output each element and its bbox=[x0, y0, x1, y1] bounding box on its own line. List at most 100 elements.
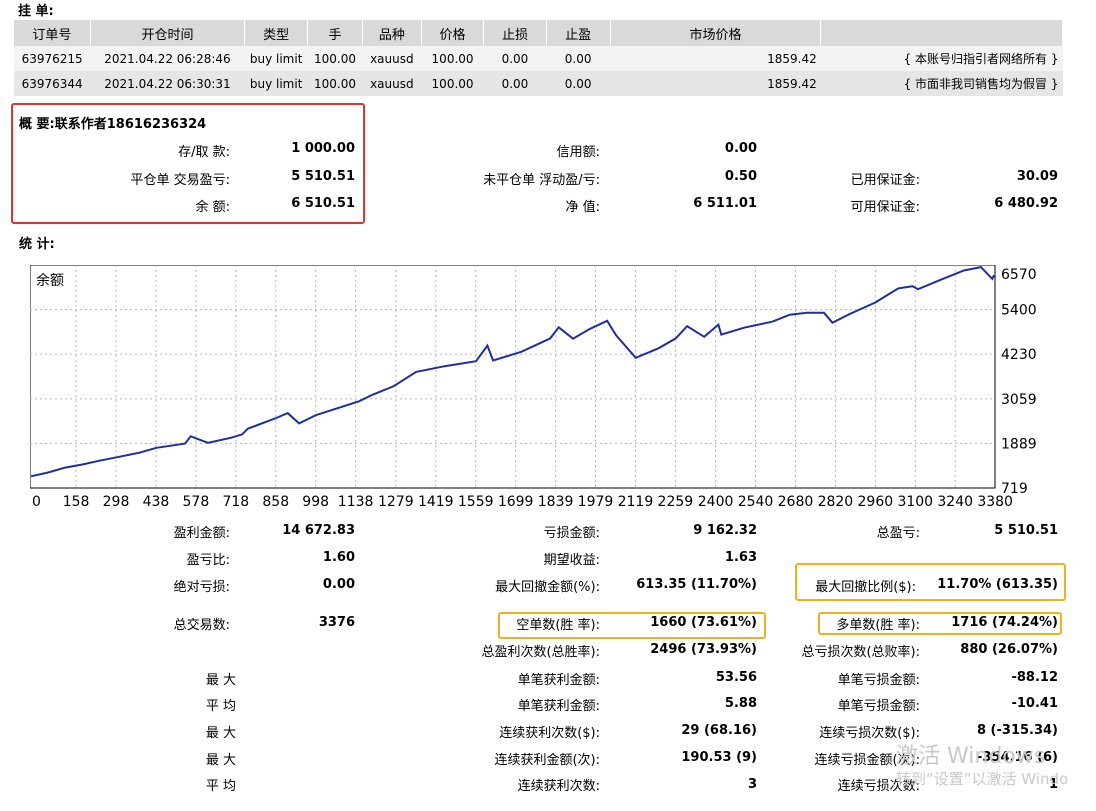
balance-label: 余 额: bbox=[195, 200, 230, 215]
loss-trades-label: 总亏损次数(总败率): bbox=[801, 645, 920, 660]
order-sl: 0.00 bbox=[483, 71, 547, 96]
x-tick-label: 2119 bbox=[618, 494, 654, 510]
col-price[interactable]: 价格 bbox=[421, 20, 485, 46]
closed-pl-label: 平仓单 交易盈亏: bbox=[130, 173, 230, 188]
x-tick-label: 1699 bbox=[498, 494, 534, 510]
x-tick-label: 2820 bbox=[818, 494, 854, 510]
order-row[interactable]: 63976215 2021.04.22 06:28:46 buy limit 1… bbox=[14, 46, 1063, 71]
cons-wins-value: 29 (68.16) bbox=[681, 723, 757, 738]
free-margin-label: 可用保证金: bbox=[850, 200, 920, 215]
activation-watermark-subtitle: 转到“设置”以激活 Windo bbox=[896, 770, 1069, 788]
largest-loss-label: 单笔亏损金额: bbox=[837, 673, 920, 688]
col-type[interactable]: 类型 bbox=[244, 20, 309, 46]
deposit-value: 1 000.00 bbox=[291, 141, 355, 156]
max-drawdown-label: 最大回撤金额(%): bbox=[495, 580, 600, 595]
x-tick-label: 998 bbox=[302, 494, 329, 510]
y-tick-label: 5400 bbox=[1001, 303, 1037, 319]
average-loss-value: -10.41 bbox=[1011, 696, 1058, 711]
y-tick-label: 3059 bbox=[1001, 392, 1037, 408]
col-market-price[interactable]: 市场价格 bbox=[610, 20, 822, 46]
short-trades-value: 1660 (73.61%) bbox=[650, 615, 757, 630]
col-comment[interactable] bbox=[820, 20, 1063, 46]
maximal-row-label: 最 大 bbox=[205, 753, 236, 768]
orders-title: 挂 单: bbox=[18, 4, 54, 19]
col-sl[interactable]: 止损 bbox=[483, 20, 547, 46]
x-tick-label: 1138 bbox=[338, 494, 374, 510]
order-comment: { 市面非我司销售均为假冒 } bbox=[820, 71, 1063, 96]
order-market-price: 1859.42 bbox=[610, 46, 821, 71]
profit-trades-label: 总盈利次数(总胜率): bbox=[481, 645, 600, 660]
x-tick-label: 0 bbox=[32, 494, 41, 510]
y-tick-label: 4230 bbox=[1001, 347, 1037, 363]
largest-profit-value: 53.56 bbox=[715, 670, 757, 685]
order-comment: { 本账号归指引者网络所有 } bbox=[820, 46, 1063, 71]
largest-profit-label: 单笔获利金额: bbox=[517, 673, 600, 688]
order-price: 100.00 bbox=[421, 46, 484, 71]
gross-profit-label: 盈利金额: bbox=[173, 526, 230, 541]
balance-value: 6 510.51 bbox=[291, 196, 355, 211]
balance-chart-svg: 65705400423030591889719 0 158 298 438 578 718… bbox=[29, 264, 1037, 510]
largest-row-label: 最 大 bbox=[205, 673, 236, 688]
cons-profit-value: 190.53 (9) bbox=[681, 750, 757, 765]
stats-title: 统 计: bbox=[19, 237, 55, 252]
x-tick-label: 858 bbox=[262, 494, 289, 510]
long-trades-label: 多单数(胜 率): bbox=[836, 618, 920, 633]
order-symbol: xauusd bbox=[362, 71, 422, 96]
order-market-price: 1859.42 bbox=[610, 71, 821, 96]
maximum-row-label: 最 大 bbox=[205, 726, 236, 741]
x-tick-label: 1839 bbox=[538, 494, 574, 510]
order-lots: 100.00 bbox=[307, 71, 363, 96]
profit-factor-value: 1.60 bbox=[322, 550, 355, 565]
order-tp: 0.00 bbox=[546, 46, 611, 71]
order-row[interactable]: 63976344 2021.04.22 06:30:31 buy limit 1… bbox=[14, 71, 1063, 96]
cons-wins-label: 连续获利次数($): bbox=[499, 726, 600, 741]
order-type: buy limit bbox=[244, 46, 308, 71]
order-sl: 0.00 bbox=[483, 46, 547, 71]
margin-label: 已用保证金: bbox=[850, 173, 920, 188]
x-tick-label: 1279 bbox=[378, 494, 414, 510]
summary-title: 概 要:联系作者18616236324 bbox=[19, 117, 207, 132]
x-tick-label: 3240 bbox=[937, 494, 973, 510]
col-open-time[interactable]: 开仓时间 bbox=[90, 20, 246, 46]
col-symbol[interactable]: 品种 bbox=[362, 20, 422, 46]
col-tp[interactable]: 止盈 bbox=[546, 20, 611, 46]
order-time: 2021.04.22 06:28:46 bbox=[90, 46, 245, 71]
gross-loss-value: 9 162.32 bbox=[693, 523, 757, 538]
short-trades-label: 空单数(胜 率): bbox=[516, 618, 600, 633]
col-order-id[interactable]: 订单号 bbox=[14, 20, 91, 46]
avg-cons-wins-label: 连续获利次数: bbox=[517, 779, 600, 794]
abs-drawdown-label: 绝对亏损: bbox=[173, 580, 230, 595]
profit-trades-value: 2496 (73.93%) bbox=[650, 642, 757, 657]
x-tick-label: 2960 bbox=[858, 494, 894, 510]
total-pl-value: 5 510.51 bbox=[994, 523, 1058, 538]
x-tick-label: 1559 bbox=[458, 494, 494, 510]
x-tick-label: 2259 bbox=[658, 494, 694, 510]
total-pl-label: 总盈亏: bbox=[876, 526, 920, 541]
col-lots[interactable]: 手 bbox=[307, 20, 363, 46]
floating-value: 0.50 bbox=[724, 169, 757, 184]
cons-losses-value: 8 (-315.34) bbox=[976, 723, 1058, 738]
x-tick-label: 1419 bbox=[418, 494, 454, 510]
gross-loss-label: 亏损金额: bbox=[543, 526, 600, 541]
equity-label: 净 值: bbox=[565, 200, 600, 215]
x-tick-label: 718 bbox=[222, 494, 249, 510]
order-symbol: xauusd bbox=[362, 46, 422, 71]
average-profit-value: 5.88 bbox=[724, 696, 757, 711]
orders-table: 订单号 开仓时间 类型 手 品种 价格 止损 止盈 市场价格 63976215 … bbox=[14, 20, 1063, 96]
cons-profit-label: 连续获利金额(次): bbox=[494, 753, 600, 768]
activation-watermark-title: 激活 Windows bbox=[896, 744, 1046, 769]
long-trades-value: 1716 (74.24%) bbox=[951, 615, 1058, 630]
equity-value: 6 511.01 bbox=[693, 196, 757, 211]
max-drawdown-value: 613.35 (11.70%) bbox=[636, 577, 757, 592]
free-margin-value: 6 480.92 bbox=[994, 196, 1058, 211]
credit-label: 信用额: bbox=[556, 145, 600, 160]
loss-trades-value: 880 (26.07%) bbox=[960, 642, 1058, 657]
relative-drawdown-value: 11.70% (613.35) bbox=[937, 577, 1058, 592]
x-tick-label: 2400 bbox=[698, 494, 734, 510]
average-row-label: 平 均 bbox=[205, 699, 236, 714]
x-tick-label: 3380 bbox=[977, 494, 1013, 510]
total-trades-label: 总交易数: bbox=[173, 618, 230, 633]
order-id: 63976344 bbox=[14, 71, 91, 96]
order-id: 63976215 bbox=[14, 46, 91, 71]
margin-value: 30.09 bbox=[1016, 169, 1058, 184]
